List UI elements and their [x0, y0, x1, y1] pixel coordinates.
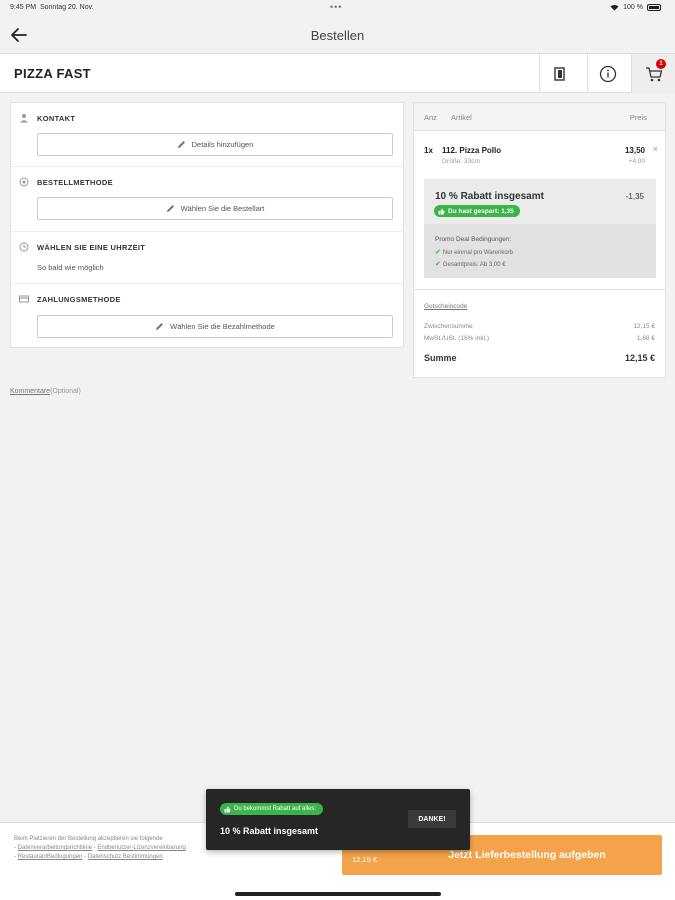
nav-bar: Bestellen	[0, 16, 675, 54]
pencil-icon	[156, 323, 164, 330]
cart-head-price: Preis	[629, 113, 647, 122]
promo-conditions: Promo Deal Bedingungen: ✔ Nur einmal pro …	[424, 224, 656, 278]
savings-label: Du hast gespart: 1,35	[448, 207, 514, 215]
select-order-method-label: Wählen Sie die Bestellart	[180, 204, 265, 213]
clock-icon	[19, 242, 29, 252]
multitask-dots[interactable]: •••	[330, 2, 342, 12]
menu-book-icon	[553, 66, 565, 81]
delivery-icon	[19, 177, 29, 187]
cart-head-qty: Anz	[424, 113, 437, 122]
cart-panel: Anz Artikel Preis 1x 112. Pizza Pollo 13…	[413, 102, 666, 378]
battery-icon	[647, 4, 661, 11]
toast-badge-label: Du bekommst Rabatt auf alles:	[234, 806, 317, 812]
battery-percent: 100 %	[623, 4, 643, 11]
payment-section: ZAHLUNGSMETHODE Wählen Sie die Bezahlmet…	[11, 284, 403, 349]
select-order-method-button[interactable]: Wählen Sie die Bestellart	[37, 197, 393, 220]
voucher-link[interactable]: Gutscheincode	[424, 303, 467, 310]
menu-button[interactable]	[539, 54, 579, 93]
status-right: 100 %	[610, 4, 661, 11]
remove-item-icon[interactable]: ×	[653, 144, 658, 154]
home-indicator[interactable]	[235, 892, 441, 896]
item-price: 13,50	[624, 146, 645, 155]
comment-link[interactable]: Kommentare	[10, 388, 50, 395]
promo-box: 10 % Rabatt insgesamt -1,35 Du hast gesp…	[424, 179, 656, 278]
promo-discount: -1,35	[625, 192, 644, 201]
total-label: Summe	[424, 353, 457, 363]
divider	[414, 289, 665, 290]
info-icon	[599, 65, 616, 82]
toast-title: 10 % Rabatt insgesamt	[220, 826, 319, 836]
page-title: Bestellen	[310, 28, 365, 43]
time-value[interactable]: So bald wie möglich	[37, 263, 104, 272]
thumbs-up-icon	[438, 208, 445, 214]
toast-badge: Du bekommst Rabatt auf alles:	[220, 803, 324, 815]
wifi-icon	[610, 5, 619, 11]
toast-dismiss-button[interactable]: DANKE!	[408, 810, 456, 828]
place-order-label: Jetzt Lieferbestellung aufgeben	[448, 849, 606, 861]
cart-header: Anz Artikel Preis	[414, 103, 665, 131]
pencil-icon	[177, 141, 185, 148]
status-time: 9:45 PM Sonntag 20. Nov.	[10, 4, 94, 11]
condition-item: ✔ Nur einmal pro Warenkorb	[435, 249, 514, 256]
vat-label: MwSt./USt. (16% inkl.)	[424, 335, 490, 342]
time-section: WÄHLEN SIE EINE UHRZEIT So bald wie mögl…	[11, 232, 403, 284]
vat-value: 1,68 €	[636, 335, 655, 342]
savings-badge: Du hast gespart: 1,35	[434, 205, 520, 217]
checkout-details-panel: KONTAKT Details hinzufügen BESTELLMETHOD…	[10, 102, 404, 348]
contact-section: KONTAKT Details hinzufügen	[11, 103, 403, 167]
legal-prefix: Beim Platzieren der Bestellung akzeptier…	[14, 836, 163, 842]
thumbs-up-icon	[224, 806, 231, 812]
add-details-button[interactable]: Details hinzufügen	[37, 133, 393, 156]
select-payment-button[interactable]: Wählen Sie die Bezahlmethode	[37, 315, 393, 338]
cart-head-item: Artikel	[451, 113, 472, 122]
legal-link[interactable]: Datenschutz Bestimmungen	[88, 854, 163, 860]
subtotal-value: 12,15 €	[633, 323, 655, 330]
payment-title: ZAHLUNGSMETHODE	[37, 294, 121, 304]
cart-count-badge: 1	[656, 59, 666, 69]
condition-item: ✔ Gesamtpreis: Ab 3,00 €	[435, 261, 506, 268]
status-bar: 9:45 PM Sonntag 20. Nov. ••• 100 %	[0, 0, 675, 16]
info-button[interactable]	[587, 54, 627, 93]
total-value: 12,15 €	[624, 353, 655, 363]
credit-card-icon	[19, 295, 29, 303]
select-payment-label: Wählen Sie die Bezahlmethode	[170, 322, 275, 331]
time-title: WÄHLEN SIE EINE UHRZEIT	[37, 242, 146, 252]
order-method-title: BESTELLMETHODE	[37, 177, 113, 187]
item-size: Größe: 33cm	[442, 158, 480, 165]
promo-title: 10 % Rabatt insgesamt	[435, 191, 544, 202]
cart-button[interactable]: 1	[631, 54, 675, 93]
total-row: Summe 12,15 €	[424, 353, 655, 363]
check-icon: ✔	[435, 261, 441, 268]
contact-title: KONTAKT	[37, 113, 76, 123]
legal-link[interactable]: Endbenutzer-Lizenzvereinbarung	[97, 845, 185, 851]
order-method-section: BESTELLMETHODE Wählen Sie die Bestellart	[11, 167, 403, 232]
restaurant-header: PIZZA FAST 1	[0, 54, 675, 93]
conditions-title: Promo Deal Bedingungen:	[435, 236, 512, 243]
legal-link[interactable]: Datenverarbeitungsrichtlinie	[18, 845, 92, 851]
check-icon: ✔	[435, 249, 441, 256]
item-extra-price: +4,00	[628, 158, 645, 165]
legal-link[interactable]: RestaurantBedingungen	[18, 854, 83, 860]
person-icon	[20, 114, 28, 123]
discount-toast: Du bekommst Rabatt auf alles: 10 % Rabat…	[206, 789, 470, 850]
item-name[interactable]: 112. Pizza Pollo	[442, 146, 501, 155]
add-details-label: Details hinzufügen	[191, 140, 254, 149]
comment-optional: (Optional)	[50, 388, 81, 395]
pencil-icon	[166, 205, 174, 212]
legal-text: Beim Platzieren der Bestellung akzeptier…	[14, 836, 186, 860]
item-qty: 1x	[424, 146, 433, 155]
subtotal-row: Zwischensumme 12,15 €	[424, 323, 655, 330]
vat-row: MwSt./USt. (16% inkl.) 1,68 €	[424, 335, 655, 342]
restaurant-name: PIZZA FAST	[14, 66, 91, 81]
subtotal-label: Zwischensumme	[424, 323, 473, 330]
comment-row: Kommentare(Optional)	[10, 388, 81, 395]
